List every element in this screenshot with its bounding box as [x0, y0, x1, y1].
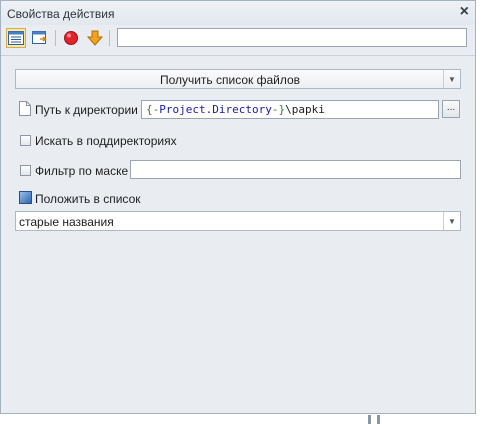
browse-button[interactable]: ... [442, 100, 460, 118]
mask-filter-label: Фильтр по маске [35, 164, 129, 178]
mask-filter-input[interactable] [130, 160, 461, 179]
directory-value: {-Project.Directory-}\papki [146, 103, 325, 116]
export-icon[interactable] [30, 28, 50, 48]
subdirs-label: Искать в поддиректориях [35, 134, 177, 148]
properties-view-icon[interactable] [6, 28, 26, 48]
properties-panel: Свойства действия × Получить список файл… [0, 0, 476, 414]
variable-open-brace: {- [146, 103, 160, 116]
splitter-mark [377, 415, 380, 424]
breakpoint-icon[interactable] [61, 28, 81, 48]
list-icon[interactable] [19, 191, 32, 207]
toolbar-divider [1, 55, 475, 56]
action-select-value: Получить список файлов [159, 73, 301, 87]
path-suffix: \papki [285, 103, 325, 116]
list-select-value: старые названия [19, 215, 114, 229]
directory-input[interactable]: {-Project.Directory-}\papki [141, 100, 439, 119]
toolbar-separator [55, 30, 56, 46]
subdirs-checkbox[interactable] [20, 135, 31, 146]
mask-filter-checkbox[interactable] [20, 165, 31, 176]
chevron-down-icon[interactable]: ▼ [443, 70, 460, 88]
down-arrow-icon[interactable] [85, 28, 105, 48]
list-select[interactable]: старые названия ▼ [15, 211, 461, 231]
chevron-down-icon[interactable]: ▼ [443, 212, 460, 230]
put-in-list-label: Положить в список [35, 192, 141, 206]
toolbar-separator [109, 30, 110, 46]
file-icon [19, 101, 31, 119]
variable-close-brace: -} [271, 103, 286, 116]
variable-name: Project.Directory [159, 103, 272, 116]
toolbar [1, 25, 475, 53]
bottom-strip [0, 414, 484, 424]
close-icon[interactable]: × [460, 3, 469, 21]
toolbar-search-input[interactable] [117, 28, 467, 47]
title-bar: Свойства действия × [1, 1, 475, 25]
splitter-mark [368, 415, 371, 424]
directory-label: Путь к директории [35, 103, 138, 117]
action-select[interactable]: Получить список файлов ▼ [15, 69, 461, 89]
window-title: Свойства действия [7, 7, 115, 21]
